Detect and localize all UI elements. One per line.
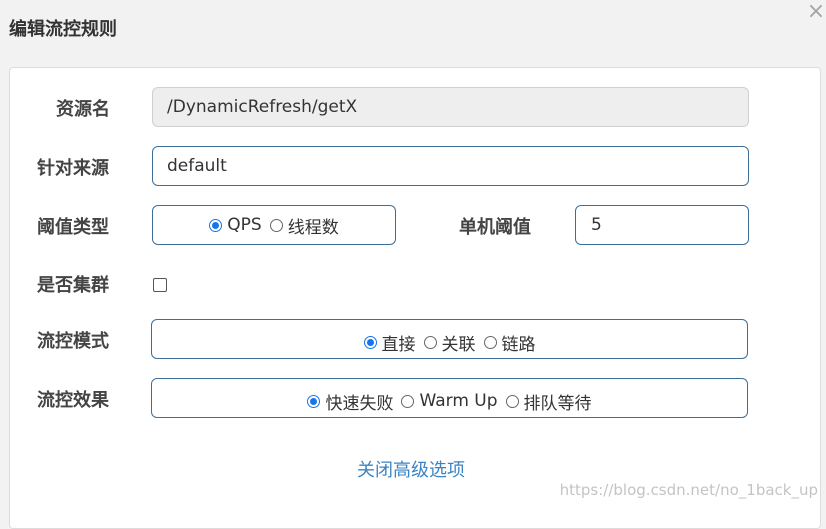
radio-checked-icon[interactable] [307, 394, 321, 408]
cluster-checkbox[interactable] [153, 278, 167, 292]
effect-label: 流控效果 [37, 390, 109, 411]
mode-chain-option[interactable]: 链路 [483, 330, 536, 355]
source-label: 针对来源 [37, 158, 109, 179]
threshold-input[interactable]: 5 [575, 205, 749, 245]
radio-unchecked-icon[interactable] [269, 218, 283, 232]
threshold-type-qps-option[interactable]: QPS [209, 215, 262, 235]
threshold-type-label: 阈值类型 [37, 217, 109, 238]
dialog-title: 编辑流控规则 [9, 19, 117, 40]
mode-related-option[interactable]: 关联 [423, 330, 476, 355]
close-icon[interactable]: × [806, 1, 826, 23]
source-input[interactable]: default [152, 146, 749, 186]
radio-unchecked-icon[interactable] [423, 335, 437, 349]
effect-warm-up-option[interactable]: Warm Up [401, 391, 498, 411]
mode-direct-option[interactable]: 直接 [363, 330, 416, 355]
cluster-label: 是否集群 [37, 275, 109, 296]
watermark: https://blog.csdn.net/no_1back_up [559, 481, 818, 499]
effect-fail-fast-option[interactable]: 快速失败 [307, 389, 393, 414]
toggle-advanced-link[interactable]: 关闭高级选项 [357, 456, 465, 482]
threshold-type-threads-option[interactable]: 线程数 [269, 213, 339, 238]
threshold-type-group: QPS 线程数 [152, 205, 396, 245]
mode-group: 直接 关联 链路 [151, 319, 748, 359]
effect-group: 快速失败 Warm Up 排队等待 [151, 378, 748, 418]
resource-label: 资源名 [56, 99, 110, 120]
radio-checked-icon[interactable] [209, 218, 223, 232]
radio-unchecked-icon[interactable] [401, 394, 415, 408]
threshold-label: 单机阈值 [459, 217, 531, 238]
resource-input[interactable]: /DynamicRefresh/getX [152, 87, 749, 127]
radio-unchecked-icon[interactable] [483, 335, 497, 349]
mode-label: 流控模式 [37, 331, 109, 352]
radio-checked-icon[interactable] [363, 335, 377, 349]
effect-queue-option[interactable]: 排队等待 [505, 389, 592, 414]
radio-unchecked-icon[interactable] [505, 394, 519, 408]
